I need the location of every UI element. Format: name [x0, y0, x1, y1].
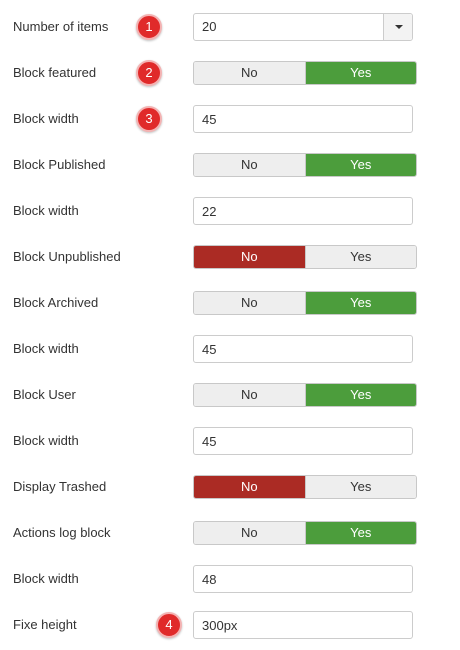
block-width-input[interactable]	[193, 565, 413, 593]
setting-row-block-width: Block width 3	[0, 96, 460, 142]
block-width-input[interactable]	[193, 105, 413, 133]
display-trashed-toggle: No Yes	[193, 475, 417, 499]
annotation-badge: 3	[136, 106, 162, 132]
block-user-toggle: No Yes	[193, 383, 417, 407]
setting-row-block-featured: Block featured 2 No Yes	[0, 50, 460, 96]
setting-row-block-published: Block Published No Yes	[0, 142, 460, 188]
setting-label-block-width: Block width	[13, 111, 79, 126]
block-featured-toggle: No Yes	[193, 61, 417, 85]
setting-row-block-width: Block width	[0, 188, 460, 234]
setting-label-block-featured: Block featured	[13, 65, 97, 80]
setting-row-block-unpublished: Block Unpublished No Yes	[0, 234, 460, 280]
toggle-yes-button[interactable]: Yes	[305, 246, 416, 268]
setting-row-block-user: Block User No Yes	[0, 372, 460, 418]
toggle-yes-button[interactable]: Yes	[305, 522, 416, 544]
chevron-down-icon	[395, 25, 403, 29]
annotation-badge: 1	[136, 14, 162, 40]
block-width-input[interactable]	[193, 335, 413, 363]
setting-label-block-width: Block width	[13, 341, 79, 356]
toggle-yes-button[interactable]: Yes	[305, 476, 416, 498]
setting-row-block-width: Block width	[0, 326, 460, 372]
setting-label-block-width: Block width	[13, 571, 79, 586]
setting-row-number-of-items: Number of items 1 20	[0, 4, 460, 50]
dropdown-toggle-button[interactable]	[383, 14, 412, 40]
setting-row-block-width: Block width	[0, 556, 460, 602]
toggle-yes-button[interactable]: Yes	[305, 384, 416, 406]
setting-label-number-of-items: Number of items	[13, 19, 109, 34]
toggle-no-button[interactable]: No	[194, 62, 306, 84]
toggle-yes-button[interactable]: Yes	[305, 62, 416, 84]
setting-label-display-trashed: Display Trashed	[13, 479, 107, 494]
setting-row-display-trashed: Display Trashed No Yes	[0, 464, 460, 510]
block-unpublished-toggle: No Yes	[193, 245, 417, 269]
block-published-toggle: No Yes	[193, 153, 417, 177]
actions-log-block-toggle: No Yes	[193, 521, 417, 545]
toggle-no-button[interactable]: No	[194, 522, 306, 544]
toggle-yes-button[interactable]: Yes	[305, 154, 416, 176]
setting-row-fixe-height: Fixe height 4	[0, 602, 460, 648]
fixe-height-input[interactable]	[193, 611, 413, 639]
toggle-no-button[interactable]: No	[194, 384, 306, 406]
setting-row-block-width: Block width	[0, 418, 460, 464]
block-archived-toggle: No Yes	[193, 291, 417, 315]
toggle-yes-button[interactable]: Yes	[305, 292, 416, 314]
select-value: 20	[202, 19, 217, 34]
block-width-input[interactable]	[193, 427, 413, 455]
number-of-items-select[interactable]: 20	[193, 13, 413, 41]
setting-label-block-width: Block width	[13, 433, 79, 448]
setting-label-block-width: Block width	[13, 203, 79, 218]
setting-label-fixe-height: Fixe height	[13, 617, 77, 632]
toggle-no-button[interactable]: No	[194, 292, 306, 314]
setting-label-block-user: Block User	[13, 387, 76, 402]
setting-label-block-archived: Block Archived	[13, 295, 99, 310]
annotation-badge: 4	[156, 612, 182, 638]
annotation-badge: 2	[136, 60, 162, 86]
toggle-no-button[interactable]: No	[194, 476, 306, 498]
toggle-no-button[interactable]: No	[194, 246, 306, 268]
setting-label-block-published: Block Published	[13, 157, 106, 172]
setting-label-block-unpublished: Block Unpublished	[13, 249, 121, 264]
block-width-input[interactable]	[193, 197, 413, 225]
setting-row-block-archived: Block Archived No Yes	[0, 280, 460, 326]
setting-row-actions-log-block: Actions log block No Yes	[0, 510, 460, 556]
setting-label-actions-log-block: Actions log block	[13, 525, 111, 540]
toggle-no-button[interactable]: No	[194, 154, 306, 176]
